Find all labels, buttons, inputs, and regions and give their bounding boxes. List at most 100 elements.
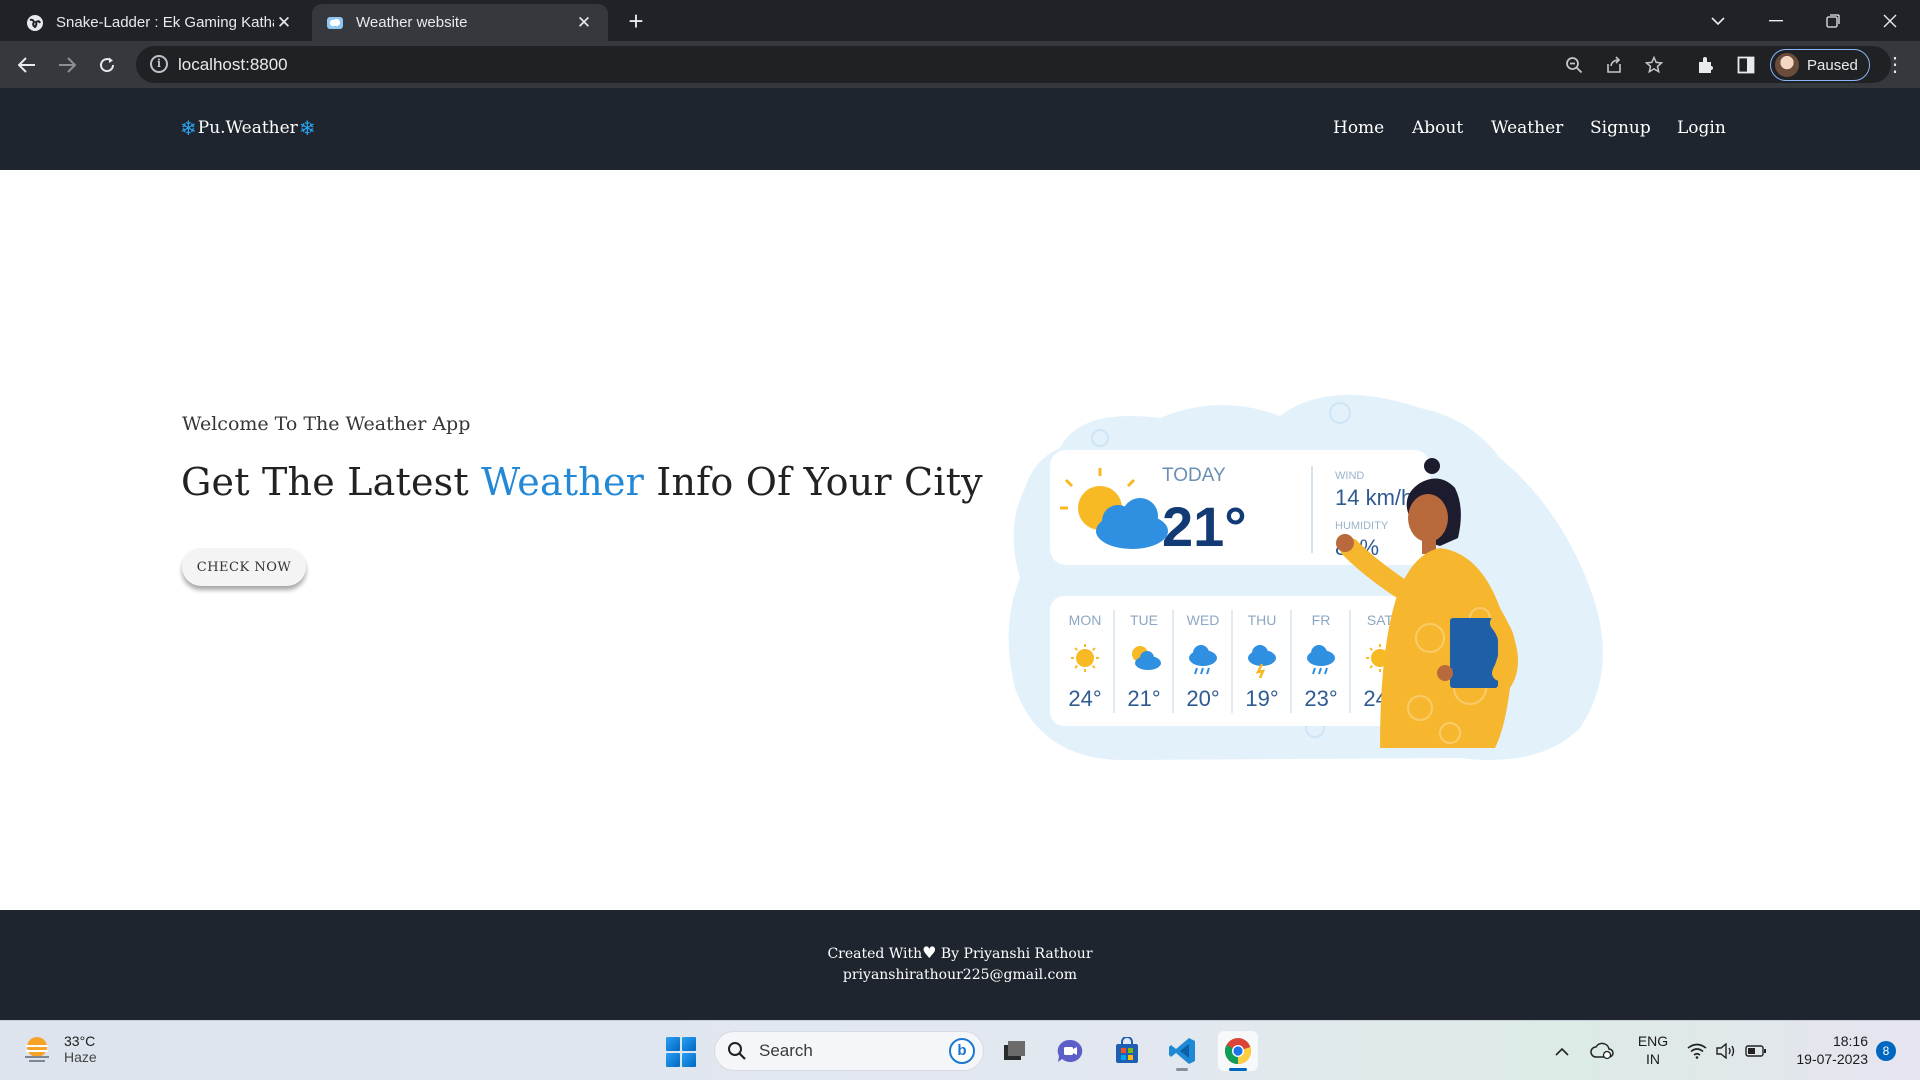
profile-button[interactable]: Paused (1770, 49, 1870, 81)
browser-menu-icon[interactable]: ⋮ (1885, 55, 1905, 75)
address-bar[interactable]: i localhost:8800 (136, 46, 1891, 83)
forecast-temp: 24° (1068, 686, 1101, 711)
start-button[interactable] (666, 1037, 696, 1067)
search-icon (728, 1042, 746, 1060)
teams-chat-button[interactable] (1050, 1031, 1090, 1071)
footer-created-prefix: Created With (827, 946, 923, 962)
wind-value: 14 km/h (1335, 485, 1413, 510)
avatar (1775, 53, 1799, 77)
forecast-day-label: THU (1248, 612, 1277, 628)
task-view-icon (1004, 1041, 1025, 1060)
vscode-button[interactable] (1162, 1031, 1202, 1071)
region-code: IN (1646, 1051, 1660, 1067)
hero-welcome-text: Welcome To The Weather App (182, 413, 471, 435)
onedrive-sync-icon[interactable] (1588, 1021, 1616, 1080)
hero-title-start: Get The Latest (181, 460, 482, 504)
back-icon[interactable] (12, 50, 42, 80)
nav-login[interactable]: Login (1677, 118, 1726, 138)
tab-search-chevron-icon[interactable] (1690, 0, 1746, 41)
store-icon (1116, 1037, 1138, 1063)
weather-website: ❄ Pu.Weather ❄ Home About Weather Signup… (0, 88, 1920, 1020)
clock[interactable]: 18:16 19-07-2023 (1784, 1032, 1868, 1068)
battery-icon[interactable] (1742, 1021, 1770, 1080)
task-view-button[interactable] (994, 1031, 1034, 1071)
forward-icon[interactable] (52, 50, 82, 80)
chrome-icon (1225, 1038, 1252, 1065)
store-button[interactable] (1107, 1031, 1147, 1071)
volume-icon[interactable] (1713, 1021, 1739, 1080)
weather-illustration: TODAY 21° WIND 14 km/h HUMIDITY 82% MON2… (1008, 394, 1603, 760)
reload-icon[interactable] (92, 50, 122, 80)
hero-title: Get The Latest Weather Info Of Your City (181, 460, 983, 504)
chat-icon (1057, 1039, 1083, 1062)
forecast-day-label: MON (1069, 612, 1102, 628)
active-indicator (1229, 1068, 1247, 1071)
start-tile (682, 1053, 696, 1067)
weather-favicon-icon (326, 14, 344, 32)
language-code: ENG (1637, 1033, 1669, 1049)
forecast-day-label: FR (1312, 612, 1331, 628)
nav-about[interactable]: About (1412, 118, 1463, 138)
tab-close-icon[interactable]: ✕ (574, 13, 594, 33)
weather-condition: Haze (64, 1049, 97, 1065)
forecast-temp: 20° (1186, 686, 1219, 711)
running-indicator (1176, 1068, 1188, 1071)
wifi-icon[interactable] (1684, 1021, 1710, 1080)
nav-signup[interactable]: Signup (1590, 118, 1651, 138)
site-info-icon[interactable]: i (150, 55, 168, 73)
footer-email[interactable]: priyanshirathour225@gmail.com (0, 967, 1920, 983)
language-indicator[interactable]: ENG IN (1636, 1032, 1670, 1068)
profile-status: Paused (1807, 56, 1858, 74)
humidity-label: HUMIDITY (1335, 520, 1389, 532)
wind-label: WIND (1335, 470, 1364, 482)
taskbar: 33°C Haze Search b ENG IN 18:16 19-07-20… (0, 1020, 1920, 1080)
share-icon[interactable] (1602, 53, 1626, 77)
screen: Snake-Ladder : Ek Gaming Katha ✕ Weather… (0, 0, 1920, 1080)
vscode-icon (1169, 1038, 1195, 1064)
hero-title-accent: Weather (481, 460, 644, 504)
clock-date: 19-07-2023 (1796, 1051, 1868, 1067)
zoom-icon[interactable] (1562, 53, 1586, 77)
side-panel-icon[interactable] (1734, 53, 1758, 77)
restore-button[interactable] (1805, 0, 1861, 41)
start-tile (682, 1037, 696, 1051)
start-tile (666, 1037, 680, 1051)
start-tile (666, 1053, 680, 1067)
globe-icon (26, 14, 44, 32)
extensions-icon[interactable] (1694, 53, 1718, 77)
close-window-button[interactable] (1862, 0, 1918, 41)
minimize-button[interactable] (1748, 0, 1804, 41)
forecast-temp: 19° (1245, 686, 1278, 711)
nav-home[interactable]: Home (1333, 118, 1384, 138)
tab-title: Weather website (356, 14, 468, 31)
hero-title-end: Info Of Your City (644, 460, 983, 504)
nav-links: Home About Weather Signup Login (0, 118, 1920, 142)
tab-title: Snake-Ladder : Ek Gaming Katha (56, 14, 274, 31)
today-temp: 21° (1162, 495, 1247, 558)
footer-author: By Priyanshi Rathour (936, 946, 1093, 962)
tab-snake-ladder[interactable]: Snake-Ladder : Ek Gaming Katha ✕ (12, 4, 308, 41)
heart-icon: ♥ (922, 943, 937, 962)
tab-close-icon[interactable]: ✕ (274, 13, 294, 33)
forecast-day-label: WED (1187, 612, 1220, 628)
today-label: TODAY (1162, 465, 1226, 486)
footer-credit: Created With♥ By Priyanshi Rathour (0, 943, 1920, 962)
url-text: localhost:8800 (178, 55, 288, 74)
search-label: Search (759, 1041, 813, 1060)
notification-badge[interactable]: 8 (1876, 1041, 1896, 1061)
new-tab-button[interactable]: + (622, 7, 650, 35)
weather-temp: 33°C (64, 1033, 96, 1049)
chrome-button[interactable] (1218, 1031, 1258, 1071)
nav-weather[interactable]: Weather (1491, 118, 1563, 138)
haze-icon (25, 1037, 49, 1062)
browser-toolbar: i localhost:8800 Paused ⋮ (0, 41, 1920, 88)
taskbar-search[interactable]: Search b (714, 1031, 984, 1071)
bookmark-star-icon[interactable] (1642, 53, 1666, 77)
weather-widget[interactable]: 33°C Haze (22, 1033, 97, 1065)
weather-widget-text: 33°C Haze (64, 1033, 97, 1065)
check-now-button[interactable]: CHECK NOW (182, 548, 306, 586)
forecast-temp: 23° (1304, 686, 1337, 711)
show-hidden-icons-chevron-icon[interactable] (1550, 1021, 1574, 1080)
tab-weather-website[interactable]: Weather website ✕ (312, 4, 608, 41)
bing-icon[interactable]: b (949, 1038, 975, 1064)
